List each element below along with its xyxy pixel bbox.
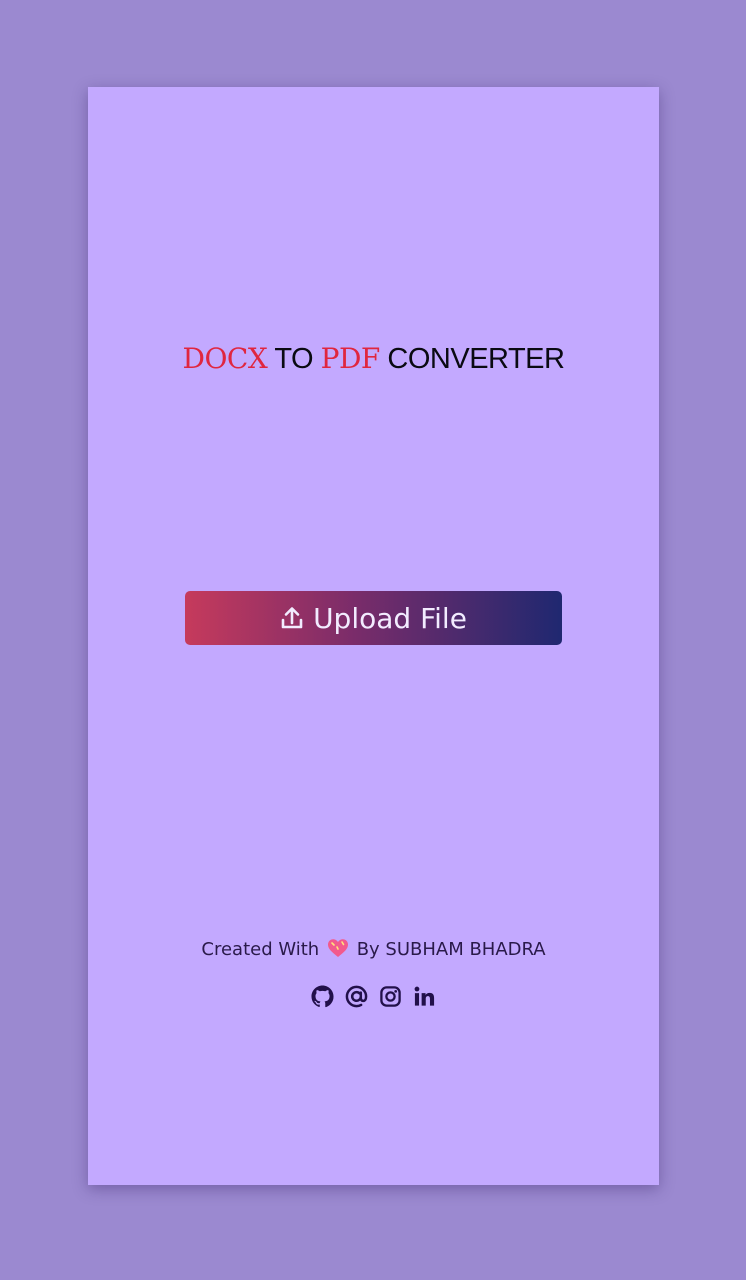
title-converter: CONVERTER (379, 343, 565, 375)
credit-prefix: Created With (201, 939, 320, 960)
upload-file-label: Upload File (313, 601, 467, 635)
title-to: TO (267, 343, 321, 375)
credit-suffix: By SUBHAM BHADRA (356, 939, 546, 960)
social-links (88, 985, 659, 1008)
title-pdf: PDF (320, 342, 381, 375)
email-at-icon[interactable] (345, 985, 368, 1008)
linkedin-icon[interactable] (413, 985, 436, 1008)
heart-icon (327, 938, 349, 958)
title-docx: DOCX (182, 342, 268, 375)
upload-icon (280, 605, 304, 631)
page-title: DOCX TO PDF CONVERTER (88, 342, 659, 376)
upload-file-button[interactable]: Upload File (185, 591, 562, 645)
credit-line: Created With By SUBHAM BHADRA (88, 938, 659, 960)
instagram-icon[interactable] (379, 985, 402, 1008)
app-card: DOCX TO PDF CONVERTER Upload File Create… (88, 87, 659, 1185)
github-icon[interactable] (311, 985, 334, 1008)
